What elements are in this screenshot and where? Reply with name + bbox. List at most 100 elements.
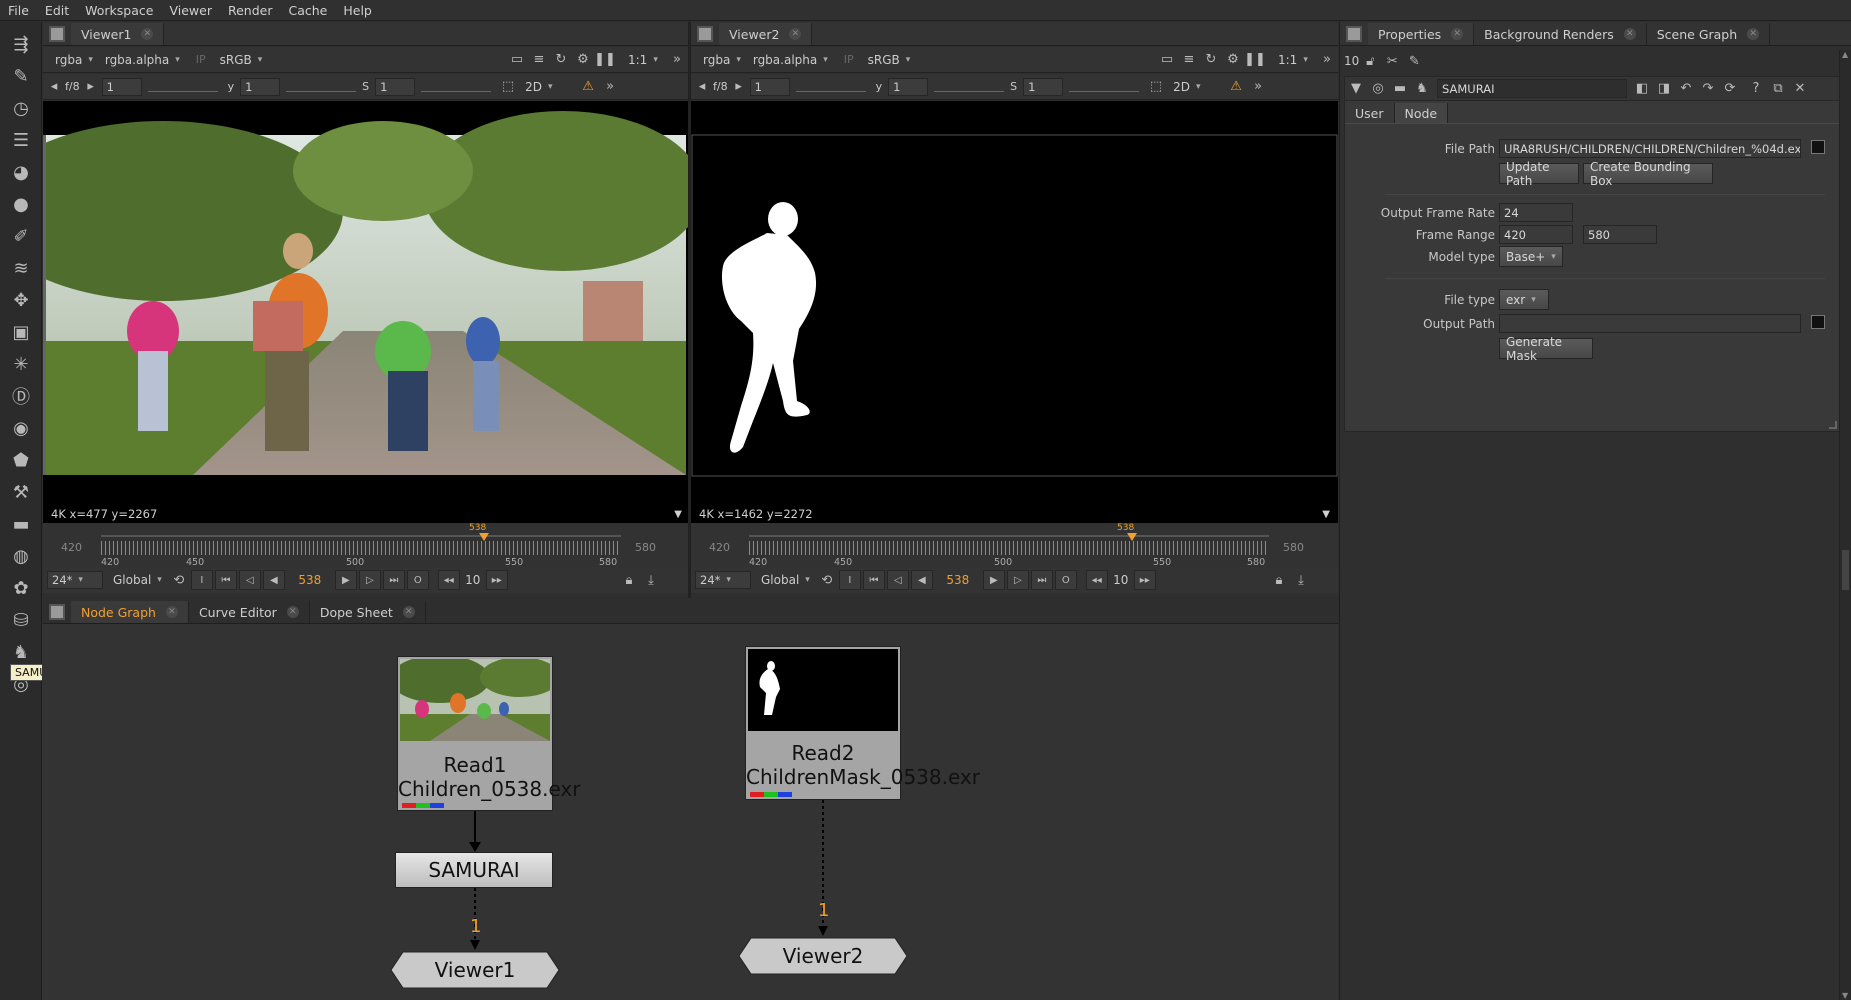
gear-icon[interactable]: ⚙ xyxy=(1224,51,1242,69)
samurai-icon[interactable]: ♞ xyxy=(1413,80,1431,98)
timeline-ruler[interactable] xyxy=(749,541,1269,555)
first-frame-icon[interactable]: ⏮ xyxy=(862,570,885,590)
cylinder-icon[interactable]: ⛁ xyxy=(9,608,33,632)
help-icon[interactable]: ? xyxy=(1747,80,1765,98)
lock-icon[interactable]: 🔓︎ xyxy=(1361,52,1379,70)
export-icon[interactable]: ⤓ xyxy=(1292,571,1310,589)
frame-range-start-field[interactable]: 420 xyxy=(1499,225,1573,244)
output-frame-rate-field[interactable]: 24 xyxy=(1499,203,1573,222)
ip-button[interactable]: IP xyxy=(844,53,854,66)
current-frame-marker[interactable]: 538 xyxy=(1117,523,1134,533)
molecule-icon[interactable]: ✿ xyxy=(9,576,33,600)
status-menu-icon[interactable]: ▼ xyxy=(1322,509,1330,520)
wrench-icon[interactable]: ⚒ xyxy=(9,480,33,504)
undo-icon[interactable]: ↶ xyxy=(1677,80,1695,98)
fstop-next-icon[interactable]: ▸ xyxy=(82,78,100,96)
update-path-button[interactable]: Update Path xyxy=(1499,160,1579,188)
prev-keyframe-icon[interactable]: ◁ xyxy=(238,570,261,590)
list-icon[interactable]: ≡ xyxy=(1180,51,1198,69)
overlay-icon[interactable]: ▭ xyxy=(508,51,526,69)
lock-icon[interactable]: 🔒︎ xyxy=(620,571,638,589)
colorspace-dropdown[interactable]: sRGB xyxy=(862,53,917,67)
properties-scrollbar[interactable]: ▲ ▼ xyxy=(1839,50,1851,1000)
roto-paint-icon[interactable]: ⇶ xyxy=(9,32,33,56)
menu-workspace[interactable]: Workspace xyxy=(77,3,161,18)
layers-icon[interactable]: ≋ xyxy=(9,256,33,280)
step-back-icon[interactable]: ◂◂ xyxy=(437,570,460,590)
gain-input[interactable]: 1 xyxy=(749,77,790,96)
clock-icon[interactable]: ◷ xyxy=(9,96,33,120)
expand-icon[interactable]: » xyxy=(1318,51,1336,69)
alpha-dropdown[interactable]: rgba.alpha xyxy=(747,53,834,67)
gear-icon[interactable]: ⚙ xyxy=(574,51,592,69)
refresh-icon[interactable]: ↻ xyxy=(552,51,570,69)
close-icon[interactable]: ✕ xyxy=(402,606,415,618)
in-point-button[interactable]: I xyxy=(190,570,213,590)
saturation-slider[interactable] xyxy=(421,82,492,92)
scope-dropdown[interactable]: Global xyxy=(107,573,168,587)
color-icon[interactable]: ◨ xyxy=(1655,80,1673,98)
gamma-slider[interactable] xyxy=(934,82,1005,92)
close-icon[interactable]: ✕ xyxy=(141,28,154,40)
viewer1-canvas[interactable] xyxy=(0,101,703,505)
in-point-button[interactable]: I xyxy=(838,570,861,590)
roi-icon[interactable]: ⬚ xyxy=(499,78,517,96)
viewer-splitter[interactable] xyxy=(688,22,691,598)
loop-icon[interactable]: ⟲ xyxy=(170,571,188,589)
close-icon[interactable]: ✕ xyxy=(165,606,178,618)
tab-background-renders[interactable]: Background Renders ✕ xyxy=(1474,23,1647,45)
node-graph-canvas[interactable]: Read1 Children_0538.exr SAMURAI Viewer1 … xyxy=(42,624,1338,1000)
menu-viewer[interactable]: Viewer xyxy=(161,3,220,18)
ip-button[interactable]: IP xyxy=(196,53,206,66)
color-icon[interactable]: ◧ xyxy=(1633,80,1651,98)
roi-icon[interactable]: ⬚ xyxy=(1147,78,1165,96)
camera-icon[interactable]: ▬ xyxy=(1391,80,1409,98)
lock-icon[interactable]: ⚠ xyxy=(1227,78,1245,96)
eye-icon[interactable]: ◉ xyxy=(9,416,33,440)
tab-curve-editor[interactable]: Curve Editor ✕ xyxy=(189,601,310,623)
timeline-ruler[interactable] xyxy=(101,541,621,555)
panel-menu-icon[interactable] xyxy=(697,26,713,42)
current-frame-marker[interactable]: 538 xyxy=(469,523,486,533)
alpha-dropdown[interactable]: rgba.alpha xyxy=(99,53,186,67)
close-icon[interactable]: ✕ xyxy=(1623,28,1636,40)
scope-dropdown[interactable]: Global xyxy=(755,573,816,587)
expand-icon[interactable]: » xyxy=(601,78,619,96)
stack-icon[interactable]: ▬ xyxy=(9,512,33,536)
step-forward-icon[interactable]: ▸▸ xyxy=(1133,570,1156,590)
tab-viewer2[interactable]: Viewer2 ✕ xyxy=(719,23,813,45)
circle-icon[interactable]: ● xyxy=(9,192,33,216)
saturation-slider[interactable] xyxy=(1069,82,1140,92)
tab-dope-sheet[interactable]: Dope Sheet ✕ xyxy=(310,601,426,623)
step-back-icon[interactable]: ◂◂ xyxy=(1085,570,1108,590)
playhead-icon[interactable] xyxy=(479,533,489,541)
menu-cache[interactable]: Cache xyxy=(280,3,335,18)
tab-node[interactable]: Node xyxy=(1394,103,1449,123)
prev-keyframe-icon[interactable]: ◁ xyxy=(886,570,909,590)
loop-icon[interactable]: ⟲ xyxy=(818,571,836,589)
current-frame-field[interactable]: 538 xyxy=(286,573,334,587)
clear-icon[interactable]: ✂ xyxy=(1383,52,1401,70)
last-frame-icon[interactable]: ⏭ xyxy=(1030,570,1053,590)
close-icon[interactable]: ✕ xyxy=(789,28,802,40)
close-icon[interactable]: ✕ xyxy=(1747,28,1760,40)
frame-range-end-field[interactable]: 580 xyxy=(1583,225,1657,244)
file-type-dropdown[interactable]: exr xyxy=(1499,289,1549,310)
pause-icon[interactable]: ❚❚ xyxy=(1244,51,1266,69)
play-forward-icon[interactable]: ▶ xyxy=(334,570,357,590)
output-path-field[interactable] xyxy=(1499,314,1801,333)
channels-dropdown[interactable]: rgba xyxy=(697,53,747,67)
3d-cube-icon[interactable]: ▣ xyxy=(9,320,33,344)
tab-node-graph[interactable]: Node Graph ✕ xyxy=(71,601,189,623)
pencil-icon[interactable]: ✎ xyxy=(1405,52,1423,70)
float-icon[interactable]: ⧉ xyxy=(1769,80,1787,98)
menu-help[interactable]: Help xyxy=(335,3,380,18)
next-frame-icon[interactable]: ▷ xyxy=(358,570,381,590)
gain-input[interactable]: 1 xyxy=(101,77,142,96)
collapse-icon[interactable]: ▼ xyxy=(1347,80,1365,98)
out-point-button[interactable]: O xyxy=(406,570,429,590)
create-bounding-box-button[interactable]: Create Bounding Box xyxy=(1583,160,1713,188)
channels-dropdown[interactable]: rgba xyxy=(49,53,99,67)
close-icon[interactable]: ✕ xyxy=(1451,28,1464,40)
transform-icon[interactable]: ✥ xyxy=(9,288,33,312)
